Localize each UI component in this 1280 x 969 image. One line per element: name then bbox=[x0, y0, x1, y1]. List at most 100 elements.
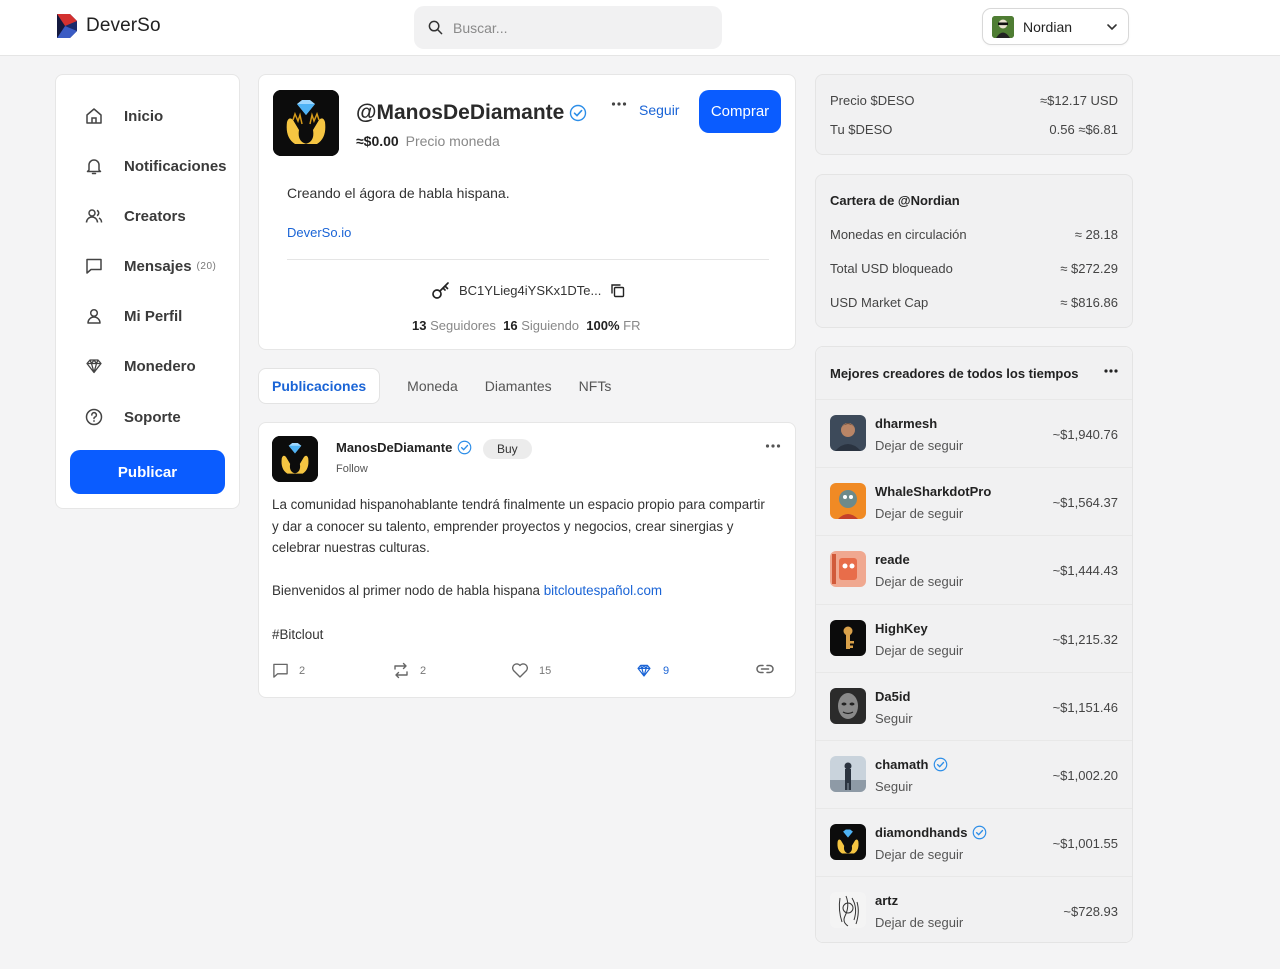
creator-follow-action[interactable]: Seguir bbox=[875, 711, 913, 726]
profile-avatar bbox=[273, 90, 339, 156]
more-options-icon[interactable] bbox=[611, 101, 627, 107]
search-input[interactable] bbox=[453, 19, 693, 36]
creator-avatar bbox=[830, 755, 866, 792]
post-author-name[interactable]: ManosDeDiamante bbox=[336, 440, 452, 455]
public-key-text: BC1YLieg4iYSKx1DTe... bbox=[459, 282, 602, 298]
creator-follow-action[interactable]: Dejar de seguir bbox=[875, 574, 963, 589]
top-creators-header: Mejores creadores de todos los tiempos bbox=[816, 347, 1132, 399]
creator-name: WhaleSharkdotPro bbox=[875, 484, 992, 500]
tab-diamantes[interactable]: Diamantes bbox=[485, 378, 552, 394]
sidebar-item-mensajes[interactable]: Mensajes (20) bbox=[84, 254, 216, 278]
creator-name: HighKey bbox=[875, 620, 928, 636]
creator-row[interactable]: reade Dejar de seguir ~$1,444.43 bbox=[816, 535, 1132, 604]
creator-avatar bbox=[830, 824, 866, 861]
copy-link-button[interactable] bbox=[755, 662, 775, 676]
search-icon bbox=[428, 20, 443, 35]
sidebar-item-label: Soporte bbox=[124, 408, 181, 426]
verified-icon bbox=[569, 104, 587, 122]
creator-follow-action[interactable]: Seguir bbox=[875, 779, 913, 794]
creator-name: artz bbox=[875, 893, 899, 909]
post-paragraph: La comunidad hispanohablante tendrá fina… bbox=[272, 497, 765, 556]
diamond-button[interactable]: 9 bbox=[635, 662, 669, 679]
wallet-row: Monedas en circulación ≈ 28.18 bbox=[830, 227, 1118, 242]
creator-row[interactable]: chamath Seguir ~$1,002.20 bbox=[816, 739, 1132, 809]
user-icon bbox=[84, 306, 104, 326]
post-hashtag[interactable]: #Bitclout bbox=[272, 624, 772, 646]
followers-label[interactable]: Seguidores bbox=[430, 318, 496, 333]
help-icon bbox=[84, 407, 104, 427]
creator-follow-action[interactable]: Dejar de seguir bbox=[875, 915, 963, 930]
tab-moneda[interactable]: Moneda bbox=[407, 378, 458, 394]
creator-row[interactable]: diamondhands Dejar de seguir ~$1,001.55 bbox=[816, 808, 1132, 877]
following-label[interactable]: Siguiendo bbox=[521, 318, 579, 333]
buy-coin-pill[interactable]: Buy bbox=[483, 439, 532, 459]
home-icon bbox=[84, 106, 104, 126]
reclout-button[interactable]: 2 bbox=[392, 662, 426, 679]
follow-link[interactable]: Follow bbox=[336, 463, 368, 475]
creator-avatar bbox=[830, 415, 866, 451]
creator-name: Da5id bbox=[875, 688, 911, 704]
sidebar-item-creators[interactable]: Creators bbox=[84, 204, 186, 228]
verified-icon bbox=[972, 825, 987, 840]
post-author[interactable]: ManosDeDiamante bbox=[336, 440, 472, 455]
wallet-row: USD Market Cap ≈ $816.86 bbox=[830, 295, 1118, 310]
creator-avatar bbox=[830, 551, 866, 588]
creator-coin-value: ~$1,564.37 bbox=[1052, 495, 1118, 511]
post-card[interactable]: ManosDeDiamante Buy Follow La comunidad … bbox=[258, 422, 796, 698]
follow-link[interactable]: Seguir bbox=[639, 102, 679, 118]
sidebar-item-label: Creators bbox=[124, 207, 186, 225]
sidebar-item-inicio[interactable]: Inicio bbox=[84, 104, 163, 128]
tab-nfts[interactable]: NFTs bbox=[579, 378, 612, 394]
copy-icon[interactable] bbox=[610, 283, 625, 298]
profile-handle: @ManosDeDiamante bbox=[356, 101, 587, 125]
sidebar-item-soporte[interactable]: Soporte bbox=[84, 405, 181, 429]
logo[interactable]: DeverSo bbox=[56, 13, 161, 39]
tab-publicaciones[interactable]: Publicaciones bbox=[258, 368, 381, 404]
publish-button[interactable]: Publicar bbox=[70, 450, 225, 494]
creator-follow-action[interactable]: Dejar de seguir bbox=[875, 643, 963, 658]
wallet-title: Cartera de @Nordian bbox=[830, 193, 960, 208]
creator-row[interactable]: artz Dejar de seguir ~$728.93 bbox=[816, 876, 1132, 942]
sidebar-item-notificaciones[interactable]: Notificaciones bbox=[84, 154, 227, 178]
creator-row[interactable]: HighKey Dejar de seguir ~$1,215.32 bbox=[816, 603, 1132, 672]
comment-button[interactable]: 2 bbox=[272, 662, 305, 679]
sidebar-item-monedero[interactable]: Monedero bbox=[84, 354, 196, 378]
creator-follow-action[interactable]: Dejar de seguir bbox=[875, 847, 963, 862]
your-deso-row: Tu $DESO 0.56 ≈$6.81 bbox=[830, 122, 1118, 137]
creator-coin-value: ~$1,001.55 bbox=[1052, 836, 1118, 852]
creator-follow-action[interactable]: Dejar de seguir bbox=[875, 438, 963, 453]
creator-coin-value: ~$1,151.46 bbox=[1052, 699, 1118, 715]
post-body: La comunidad hispanohablante tendrá fina… bbox=[272, 494, 772, 667]
creator-row[interactable]: WhaleSharkdotPro Dejar de seguir ~$1,564… bbox=[816, 467, 1132, 536]
divider bbox=[287, 259, 769, 260]
heart-icon bbox=[511, 663, 529, 678]
deso-price-label: Precio $DESO bbox=[830, 93, 915, 108]
sidebar-item-label: Monedero bbox=[124, 357, 196, 375]
wallet-card: Cartera de @Nordian Monedas en circulaci… bbox=[815, 174, 1133, 328]
diamond-icon bbox=[84, 356, 104, 376]
post-author-avatar[interactable] bbox=[272, 436, 318, 482]
creator-follow-action[interactable]: Dejar de seguir bbox=[875, 506, 963, 521]
top-creators-title: Mejores creadores de todos los tiempos bbox=[830, 365, 1079, 381]
creator-avatar bbox=[830, 483, 866, 520]
comment-icon bbox=[273, 663, 288, 678]
sidebar-item-mi-perfil[interactable]: Mi Perfil bbox=[84, 304, 182, 328]
more-options-icon[interactable] bbox=[765, 443, 781, 449]
sidebar: Inicio Notificaciones Creators Mensajes … bbox=[55, 74, 240, 509]
sidebar-item-label: Inicio bbox=[124, 107, 164, 125]
account-selector[interactable]: Nordian bbox=[982, 8, 1129, 45]
creator-coin-value: ~$728.93 bbox=[1063, 904, 1118, 920]
like-button[interactable]: 15 bbox=[511, 662, 551, 679]
creator-name: diamondhands bbox=[875, 825, 987, 840]
buy-coin-button[interactable]: Comprar bbox=[699, 90, 781, 133]
creator-row[interactable]: Da5id Seguir ~$1,151.46 bbox=[816, 671, 1132, 740]
profile-handle-text: @ManosDeDiamante bbox=[356, 101, 565, 124]
more-options-icon[interactable] bbox=[1104, 368, 1118, 374]
post-link[interactable]: bitcloutespañol.com bbox=[544, 583, 662, 598]
wallet-row: Total USD bloqueado ≈ $272.29 bbox=[830, 261, 1118, 276]
creator-row[interactable]: dharmesh Dejar de seguir ~$1,940.76 bbox=[816, 399, 1132, 468]
founder-reward-label: FR bbox=[623, 318, 641, 333]
profile-website-link[interactable]: DeverSo.io bbox=[287, 225, 351, 240]
search-bar[interactable] bbox=[414, 6, 722, 49]
creator-coin-value: ~$1,444.43 bbox=[1052, 563, 1118, 579]
